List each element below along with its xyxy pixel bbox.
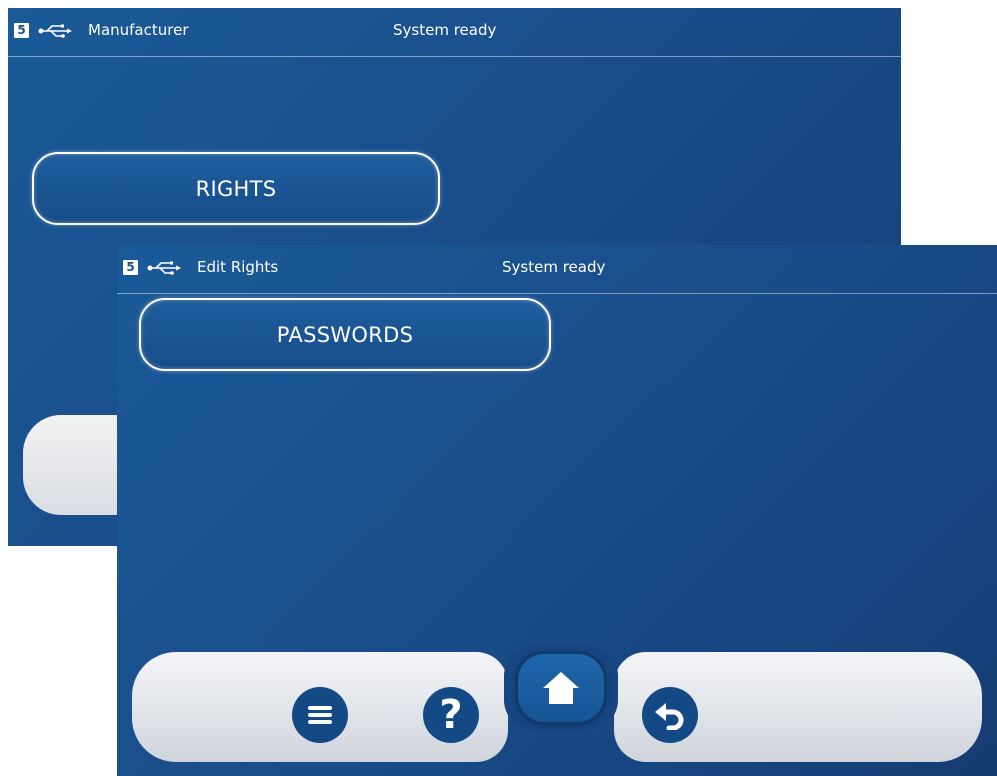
menu-button[interactable] xyxy=(292,687,348,743)
access-level-badge: 5 xyxy=(123,260,138,275)
status-bar: 5 Edit Rights System ready xyxy=(117,245,997,294)
help-button[interactable]: ? xyxy=(423,687,479,743)
bottom-nav-bar: ? xyxy=(132,646,982,762)
undo-icon xyxy=(655,703,684,730)
screen-title: Manufacturer xyxy=(88,21,189,39)
front-screen: 5 Edit Rights System ready PASSWORDS ? xyxy=(117,245,997,776)
rights-button[interactable]: RIGHTS xyxy=(32,152,440,225)
passwords-button-label: PASSWORDS xyxy=(276,322,414,347)
undo-button[interactable] xyxy=(642,687,698,743)
screen-title: Edit Rights xyxy=(197,258,279,276)
rights-button-label: RIGHTS xyxy=(195,176,277,201)
home-button[interactable] xyxy=(518,654,604,722)
menu-icon xyxy=(308,706,332,724)
home-icon xyxy=(543,672,579,704)
status-text: System ready xyxy=(502,258,606,276)
passwords-button[interactable]: PASSWORDS xyxy=(139,298,551,371)
status-bar: 5 Manufacturer System ready xyxy=(8,8,901,57)
status-text: System ready xyxy=(393,21,497,39)
help-icon: ? xyxy=(439,692,463,738)
access-level-badge: 5 xyxy=(14,23,29,38)
usb-icon xyxy=(147,261,181,275)
usb-icon xyxy=(38,24,72,38)
